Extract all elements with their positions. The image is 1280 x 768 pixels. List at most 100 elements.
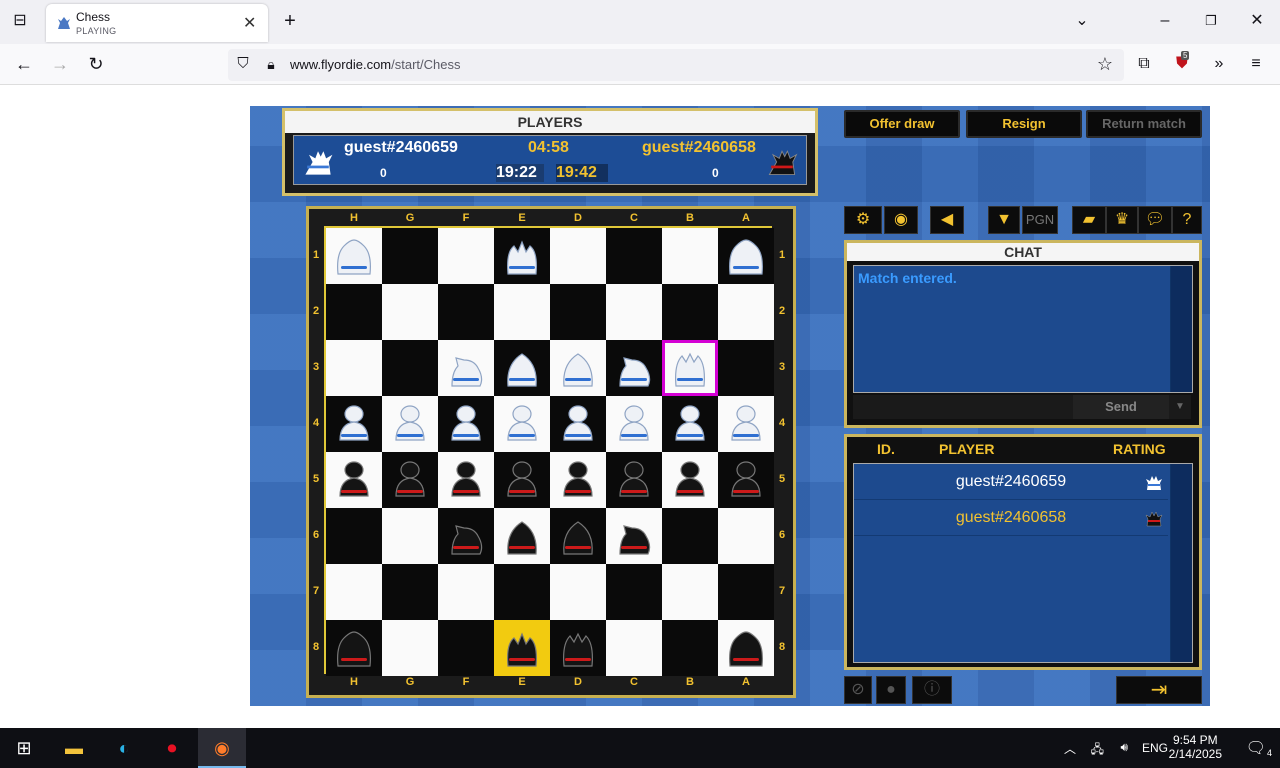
browser-tab-chess[interactable]: Chess PLAYING ✕ [46,4,268,42]
square-a8[interactable] [718,620,774,676]
white-queen-icon[interactable] [332,234,376,278]
square-d2[interactable] [550,284,606,340]
square-g8[interactable] [382,620,438,676]
black-bishop-icon[interactable] [556,514,600,558]
reload-icon[interactable]: ↻ [85,54,107,76]
square-d1[interactable] [550,228,606,284]
offer-draw-button[interactable]: Offer draw [844,110,960,138]
menu-icon[interactable]: ≡ [1245,54,1267,76]
white-pawn-icon[interactable] [668,402,712,446]
close-window-icon[interactable]: ✕ [1246,11,1268,33]
clock[interactable]: 9:54 PM 2/14/2025 [1169,733,1222,761]
square-h3[interactable] [326,340,382,396]
black-pawn-icon[interactable] [668,458,712,502]
square-e7[interactable] [494,564,550,620]
square-c5[interactable] [606,452,662,508]
square-a1[interactable] [718,228,774,284]
black-queen-icon[interactable] [332,626,376,670]
chat-bubble-icon[interactable]: 💬︎ [1138,206,1172,234]
square-h5[interactable] [326,452,382,508]
square-b2[interactable] [662,284,718,340]
white-king-icon[interactable] [500,234,544,278]
white-queen-icon[interactable] [724,234,768,278]
square-d8[interactable] [550,620,606,676]
square-f6[interactable] [438,508,494,564]
square-b1[interactable] [662,228,718,284]
square-f7[interactable] [438,564,494,620]
square-g6[interactable] [382,508,438,564]
square-a5[interactable] [718,452,774,508]
white-pawn-icon[interactable] [500,402,544,446]
square-h6[interactable] [326,508,382,564]
record-icon[interactable]: ⏺ [158,736,186,760]
square-g3[interactable] [382,340,438,396]
return-match-button[interactable]: Return match [1086,110,1202,138]
square-h1[interactable] [326,228,382,284]
square-h8[interactable] [326,620,382,676]
forward-icon[interactable]: → [49,54,71,76]
square-b6[interactable] [662,508,718,564]
black-pawn-icon[interactable] [500,458,544,502]
square-e8[interactable] [494,620,550,676]
sound-speaker-icon[interactable]: ◀ [930,206,964,234]
square-c2[interactable] [606,284,662,340]
square-h2[interactable] [326,284,382,340]
resign-button[interactable]: Resign [966,110,1082,138]
white-pawn-icon[interactable] [612,402,656,446]
square-c1[interactable] [606,228,662,284]
shield-icon[interactable]: ⛉ [232,54,254,76]
square-b8[interactable] [662,620,718,676]
tab-overview-icon[interactable]: ⊟ [9,11,31,33]
square-e6[interactable] [494,508,550,564]
white-bishop-icon[interactable] [556,346,600,390]
chat-scroll-down-icon[interactable]: ▼ [1169,395,1191,419]
url-bar[interactable]: ⛉ 🔒︎ www.flyordie.com/start/Chess [228,49,1124,81]
square-e3[interactable] [494,340,550,396]
square-c3[interactable] [606,340,662,396]
black-knight-icon[interactable] [444,514,488,558]
square-g4[interactable] [382,396,438,452]
square-b5[interactable] [662,452,718,508]
chess-board[interactable] [324,226,774,676]
send-button[interactable]: Send [1073,395,1169,419]
close-tab-icon[interactable]: ✕ [243,13,256,33]
square-b3[interactable] [662,340,718,396]
square-c8[interactable] [606,620,662,676]
black-pawn-icon[interactable] [556,458,600,502]
show-hidden-icons-icon[interactable]: ︿ [1064,740,1076,757]
black-pawn-icon[interactable] [388,458,432,502]
square-f3[interactable] [438,340,494,396]
square-h7[interactable] [326,564,382,620]
edge-browser-icon[interactable]: ◐ [110,736,138,760]
square-e4[interactable] [494,396,550,452]
back-icon[interactable]: ← [13,54,35,76]
square-d3[interactable] [550,340,606,396]
square-b7[interactable] [662,564,718,620]
language-indicator[interactable]: ENG [1142,741,1168,755]
white-pawn-icon[interactable] [444,402,488,446]
network-icon[interactable]: 🖧︎ [1091,740,1104,761]
square-e2[interactable] [494,284,550,340]
firefox-taskbar-button[interactable]: ◉ [198,728,246,768]
dropdown-arrow-icon[interactable]: ▼ [988,206,1020,234]
square-g7[interactable] [382,564,438,620]
new-tab-icon[interactable]: + [279,11,301,33]
square-g2[interactable] [382,284,438,340]
square-d4[interactable] [550,396,606,452]
file-explorer-icon[interactable]: ▬ [60,736,88,760]
volume-icon[interactable]: 🔊︎ [1120,740,1128,755]
player-row[interactable]: guest#2460658 [854,500,1168,536]
chat-input[interactable] [853,395,1073,419]
square-a6[interactable] [718,508,774,564]
notifications-icon[interactable]: 🗨︎ [1246,738,1266,758]
black-queen-icon[interactable] [724,626,768,670]
pgn-button[interactable]: PGN [1022,206,1058,234]
square-e1[interactable] [494,228,550,284]
info-icon[interactable]: ⓘ [912,676,952,704]
square-g1[interactable] [382,228,438,284]
white-pawn-icon[interactable] [724,402,768,446]
profile-silhouette-icon[interactable]: ● [876,676,906,704]
black-king-icon[interactable] [500,626,544,670]
shoe-icon[interactable]: ▰ [1072,206,1106,234]
black-bishop-icon[interactable] [500,514,544,558]
